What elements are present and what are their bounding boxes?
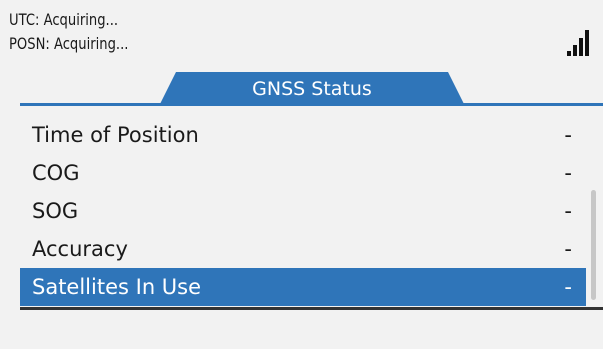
tab-title: GNSS Status	[252, 78, 372, 100]
utc-status: UTC: Acquiring...	[9, 10, 119, 29]
list-item-value: -	[564, 237, 572, 261]
tab-gnss-status[interactable]: GNSS Status	[160, 72, 464, 104]
list-item-satellites-in-use[interactable]: Satellites In Use -	[20, 268, 586, 306]
list-item-label: Satellites In Use	[32, 275, 202, 299]
bottom-divider	[20, 307, 603, 310]
list-item-label: Accuracy	[32, 237, 128, 261]
list-item-cog[interactable]: COG -	[20, 154, 586, 192]
gnss-status-list: Time of Position - COG - SOG - Accuracy …	[20, 116, 586, 306]
list-item-value: -	[564, 123, 572, 147]
list-item-value: -	[564, 199, 572, 223]
list-item-value: -	[564, 275, 572, 299]
scrollbar[interactable]	[591, 190, 596, 300]
list-item-label: COG	[32, 161, 80, 185]
position-status: POSN: Acquiring...	[9, 34, 129, 53]
tab-underline	[20, 103, 603, 106]
list-item-accuracy[interactable]: Accuracy -	[20, 230, 586, 268]
list-item-sog[interactable]: SOG -	[20, 192, 586, 230]
list-item-time-of-position[interactable]: Time of Position -	[20, 116, 586, 154]
list-item-label: SOG	[32, 199, 79, 223]
list-item-label: Time of Position	[32, 123, 199, 147]
signal-strength-icon	[567, 30, 591, 56]
list-item-value: -	[564, 161, 572, 185]
